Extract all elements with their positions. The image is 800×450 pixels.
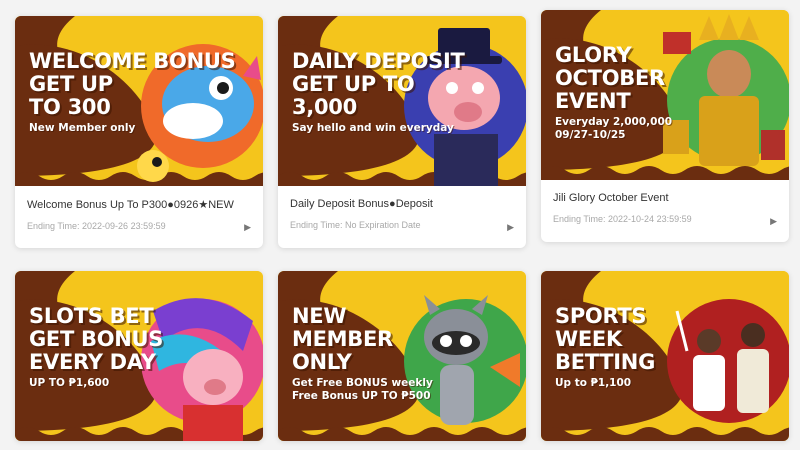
promo-title: Daily Deposit Bonus●Deposit [290, 198, 433, 210]
promo-title: Jili Glory October Event [553, 192, 669, 204]
promo-card-daily-deposit[interactable]: DAILY DEPOSIT GET UP TO 3,000 Say hello … [278, 16, 526, 248]
banner-headline: GLORY OCTOBER EVENT [555, 43, 665, 113]
promo-card-new-member[interactable]: NEW MEMBER ONLY Get Free BONUS weekly Fr… [278, 271, 526, 441]
promo-ending-time: Ending Time: 2022-10-24 23:59:59 [553, 214, 692, 224]
banner-subline: Get Free BONUS weekly Free Bonus UP TO ₱… [292, 377, 433, 402]
promo-card-glory-october[interactable]: GLORY OCTOBER EVENT Everyday 2,000,000 0… [541, 10, 789, 242]
basketball-players-icon [667, 299, 789, 423]
promo-ending-time: Ending Time: No Expiration Date [290, 220, 421, 230]
promo-banner[interactable]: GLORY OCTOBER EVENT Everyday 2,000,000 0… [541, 10, 789, 180]
promo-ending-time: Ending Time: 2022-09-26 23:59:59 [27, 221, 166, 231]
banner-headline: SPORTS WEEK BETTING [555, 304, 656, 374]
chevron-right-icon[interactable]: ▶ [770, 216, 777, 227]
promo-info: Daily Deposit Bonus●Deposit Ending Time:… [278, 186, 526, 248]
banner-subline: UP TO ₱1,600 [29, 377, 110, 389]
promo-title: Welcome Bonus Up To P300●0926★NEW [27, 199, 234, 211]
promo-info: Jili Glory October Event Ending Time: 20… [541, 180, 789, 242]
promo-card-slots-bet[interactable]: SLOTS BET GET BONUS EVERY DAY UP TO ₱1,6… [15, 271, 263, 441]
promo-banner[interactable]: WELCOME BONUS GET UP TO 300 New Member o… [15, 16, 263, 186]
banner-headline: WELCOME BONUS GET UP TO 300 [29, 49, 236, 119]
banner-headline: NEW MEMBER ONLY [292, 304, 393, 374]
chevron-right-icon[interactable]: ▶ [244, 222, 251, 233]
banner-subline: Everyday 2,000,000 09/27-10/25 [555, 116, 673, 141]
chevron-right-icon[interactable]: ▶ [507, 222, 514, 233]
banner-subline: Up to ₱1,100 [555, 377, 632, 389]
banner-headline: DAILY DEPOSIT GET UP TO 3,000 [292, 49, 465, 119]
promo-banner[interactable]: SLOTS BET GET BONUS EVERY DAY UP TO ₱1,6… [15, 271, 263, 441]
banner-subline: Say hello and win everyday [292, 122, 454, 134]
promo-card-sports-week[interactable]: SPORTS WEEK BETTING Up to ₱1,100 [541, 271, 789, 441]
promo-banner[interactable]: NEW MEMBER ONLY Get Free BONUS weekly Fr… [278, 271, 526, 441]
promo-banner[interactable]: DAILY DEPOSIT GET UP TO 3,000 Say hello … [278, 16, 526, 186]
promo-info: Welcome Bonus Up To P300●0926★NEW Ending… [15, 186, 263, 248]
banner-headline: SLOTS BET GET BONUS EVERY DAY [29, 304, 164, 374]
banner-subline: New Member only [29, 122, 136, 134]
promo-banner[interactable]: SPORTS WEEK BETTING Up to ₱1,100 [541, 271, 789, 441]
promo-card-welcome-bonus[interactable]: WELCOME BONUS GET UP TO 300 New Member o… [15, 16, 263, 248]
